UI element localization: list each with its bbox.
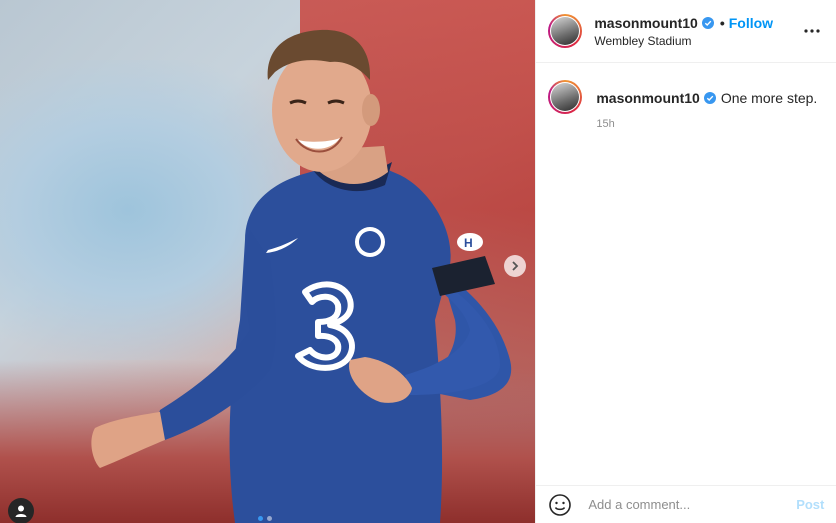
emoji-icon[interactable]	[548, 493, 572, 517]
carousel-dot-1	[258, 516, 263, 521]
instagram-post-modal: H masonmount10 • Follow Wembley Stadium …	[0, 0, 836, 523]
chevron-right-icon	[512, 261, 519, 271]
location-link[interactable]: Wembley Stadium	[594, 34, 800, 48]
carousel-indicator	[258, 516, 272, 521]
comment-composer: Post	[536, 485, 836, 523]
post-header: masonmount10 • Follow Wembley Stadium	[536, 0, 836, 63]
svg-text:H: H	[464, 236, 473, 250]
post-comment-button[interactable]: Post	[796, 497, 824, 512]
player-figure: H	[91, 29, 512, 523]
carousel-dot-2	[267, 516, 272, 521]
next-slide-button[interactable]	[504, 255, 526, 277]
separator-bullet: •	[719, 14, 725, 31]
more-options-button[interactable]	[800, 19, 824, 43]
more-options-icon	[804, 29, 820, 33]
caption-text: One more step.	[720, 90, 818, 106]
verified-badge-icon	[703, 92, 716, 104]
caption-timestamp[interactable]: 15h	[596, 118, 817, 130]
post-photo[interactable]: H	[0, 0, 536, 523]
follow-button[interactable]: Follow	[729, 15, 773, 31]
user-tag-icon	[15, 505, 27, 517]
verified-badge-icon	[701, 16, 714, 29]
post-side-panel: masonmount10 • Follow Wembley Stadium ma…	[535, 0, 836, 523]
caption-comment: masonmount10 One more step. 15h	[536, 63, 836, 130]
caption-avatar[interactable]	[548, 80, 583, 114]
caption-username[interactable]: masonmount10	[596, 90, 699, 106]
username-link[interactable]: masonmount10	[594, 15, 697, 31]
comment-input[interactable]	[586, 496, 797, 513]
header-text: masonmount10 • Follow Wembley Stadium	[594, 15, 800, 48]
tagged-users-button[interactable]	[8, 498, 34, 523]
avatar[interactable]	[548, 14, 583, 48]
